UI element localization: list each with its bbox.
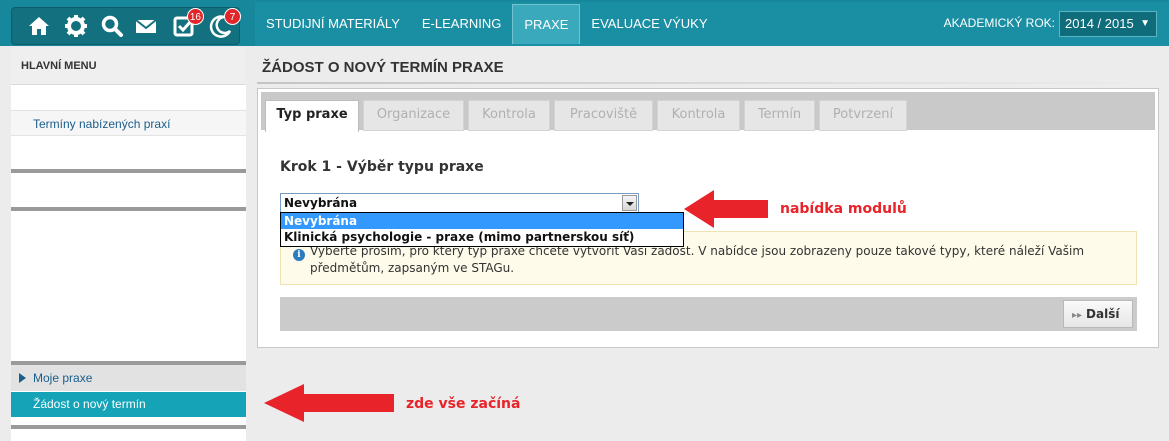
step-title: Krok 1 - Výběr typu praxe: [280, 159, 484, 175]
quick-icons: 16 7: [11, 7, 241, 45]
tab-organizace[interactable]: Organizace: [363, 100, 464, 131]
sidebar-item-terminy[interactable]: Termíny nabízených praxí: [11, 110, 246, 136]
chevron-down-icon: ▼: [1140, 18, 1150, 29]
home-icon[interactable]: [25, 12, 53, 40]
sidebar: HLAVNÍ MENU Termíny nabízených praxí Moj…: [11, 47, 246, 441]
wizard-tabs: Typ praxe Organizace Kontrola Pracoviště…: [261, 92, 1155, 132]
next-button[interactable]: ▸▸ Další: [1063, 300, 1133, 328]
arrow-left-icon: [684, 190, 768, 228]
chevron-down-icon[interactable]: [622, 195, 637, 211]
sidebar-divider: [11, 425, 246, 429]
triangle-right-icon: [19, 373, 26, 383]
main-nav: STUDIJNÍ MATERIÁLY E-LEARNING PRAXE EVAL…: [255, 2, 1169, 46]
sidebar-item-moje-praxe[interactable]: Moje praxe: [11, 365, 246, 391]
tasks-badge: 16: [186, 8, 204, 25]
tab-typ-praxe[interactable]: Typ praxe: [265, 100, 359, 132]
option-klinicka-psychologie[interactable]: Klinická psychologie - praxe (mimo partn…: [281, 229, 683, 245]
sidebar-divider: [11, 169, 246, 173]
tab-termin[interactable]: Termín: [744, 100, 815, 131]
sidebar-item-label: Moje praxe: [33, 371, 93, 385]
nav-studijni-materialy[interactable]: STUDIJNÍ MATERIÁLY: [255, 4, 411, 44]
nav-evaluace-vyuky[interactable]: EVALUACE VÝUKY: [580, 4, 718, 44]
arrow-left-icon: [264, 384, 394, 422]
tab-pracoviste[interactable]: Pracoviště: [554, 100, 653, 131]
search-icon[interactable]: [98, 12, 126, 40]
sidebar-divider: [11, 207, 246, 211]
praxe-type-select[interactable]: Nevybrána: [280, 193, 639, 213]
academic-year-select[interactable]: 2014 / 2015 ▼: [1059, 11, 1157, 37]
tab-kontrola[interactable]: Kontrola: [468, 100, 550, 131]
praxe-type-options: Nevybrána Klinická psychologie - praxe (…: [280, 212, 684, 247]
tasks-icon[interactable]: 16: [170, 8, 204, 40]
moon-badge: 7: [224, 8, 241, 25]
title-underline: [257, 82, 1157, 84]
academic-year-value: 2014 / 2015: [1065, 16, 1134, 31]
page: 16 7 STUDIJNÍ MATERIÁLY E-LEARNING PRAXE…: [0, 0, 1169, 441]
academic-year-label: AKADEMICKÝ ROK:: [943, 16, 1055, 30]
page-title: ŽÁDOST O NOVÝ TERMÍN PRAXE: [262, 59, 504, 76]
gear-icon[interactable]: [62, 12, 90, 40]
info-icon: i: [293, 249, 305, 261]
select-value: Nevybrána: [284, 196, 358, 210]
nav-e-learning[interactable]: E-LEARNING: [411, 4, 512, 44]
wizard-footer: ▸▸ Další: [280, 297, 1137, 331]
info-text: Vyberte prosím, pro který typ praxe chce…: [310, 244, 1085, 275]
sidebar-heading: HLAVNÍ MENU: [11, 47, 246, 85]
sidebar-item-zadost[interactable]: Žádost o nový termín: [11, 392, 246, 417]
next-icon: ▸▸: [1072, 310, 1083, 321]
top-bar: 16 7 STUDIJNÍ MATERIÁLY E-LEARNING PRAXE…: [0, 0, 1169, 46]
annotation-start: zde vše začíná: [406, 396, 521, 412]
tab-kontrola-2[interactable]: Kontrola: [657, 100, 740, 131]
tab-potvrzeni[interactable]: Potvrzení: [819, 100, 907, 131]
moon-icon[interactable]: 7: [207, 8, 241, 40]
annotation-modules: nabídka modulů: [780, 201, 907, 217]
mail-icon[interactable]: [132, 12, 160, 40]
next-label: Další: [1086, 307, 1120, 321]
nav-praxe[interactable]: PRAXE: [512, 4, 581, 44]
option-nevybrana[interactable]: Nevybrána: [281, 213, 683, 229]
